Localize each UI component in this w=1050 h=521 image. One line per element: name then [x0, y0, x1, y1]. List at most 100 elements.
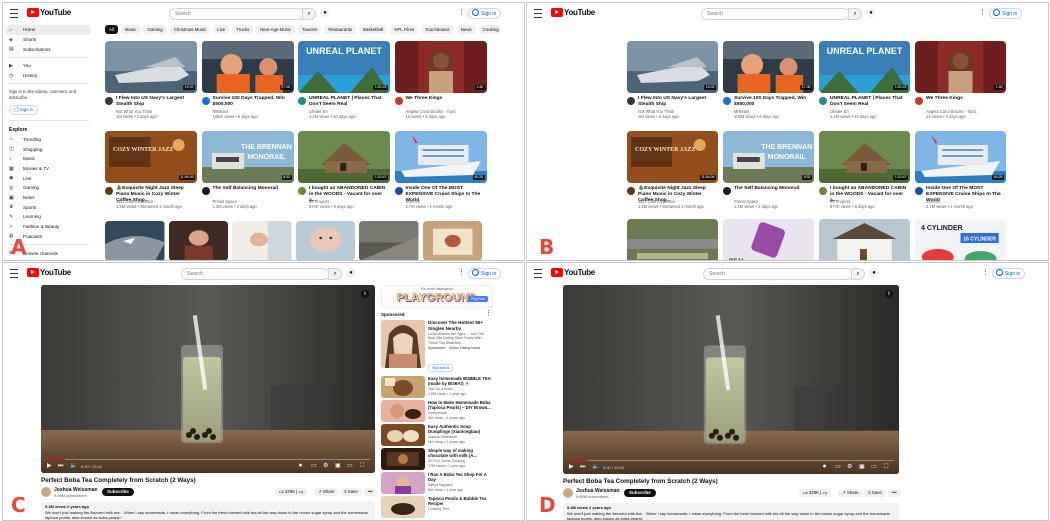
info-icon[interactable]: i [885, 290, 893, 298]
menu-icon[interactable] [10, 269, 18, 278]
ad-card[interactable]: Discover The Hottest 50+ Singles Nearby … [381, 320, 493, 374]
related-video[interactable]: Easy homemade BUBBLE TEA (made by BOBA!)… [381, 376, 491, 398]
sidebar-item-learning[interactable]: ✎ Learning [3, 212, 95, 222]
thumb-down-icon[interactable]: 👎︎ [823, 490, 827, 495]
next-icon[interactable]: ⏭ [58, 463, 63, 470]
captions-icon[interactable]: ▭ [311, 463, 317, 470]
channel-avatar[interactable] [298, 187, 306, 195]
settings-gear-icon[interactable]: ⚙ [847, 464, 852, 471]
related-thumbnail[interactable] [381, 400, 425, 422]
related-video[interactable]: Simple way of making chocolate with milk… [381, 448, 491, 470]
chip-filter[interactable]: New-Age Music [256, 25, 296, 34]
chip-filter[interactable]: Live [213, 25, 230, 34]
video-card[interactable]: UNREAL PLANET 1:00:29 UNREAL PLANET | Pl… [819, 41, 910, 127]
video-card[interactable]: 19:02 I Flew Into US Navy's Largest Stea… [627, 41, 718, 127]
save-button[interactable]: ≡ Save [340, 488, 362, 496]
search-icon[interactable]: ⌕ [848, 8, 862, 20]
menu-icon[interactable] [534, 9, 542, 18]
channel-avatar[interactable] [627, 187, 635, 195]
more-button[interactable]: ••• [364, 488, 377, 496]
video-thumbnail[interactable] [422, 221, 483, 261]
sidebar-item-you[interactable]: ▶ You [3, 61, 95, 71]
video-card[interactable]: UNREAL PLANET 1:00:29 UNREAL PLANET | Pl… [298, 41, 390, 127]
related-title[interactable]: Simple way of making chocolate with milk… [428, 448, 491, 459]
miniplayer-icon[interactable]: ▣ [859, 464, 865, 471]
video-thumbnail[interactable] [105, 221, 165, 261]
volume-icon[interactable]: 🔈 [70, 463, 77, 470]
sidebar-item-shorts[interactable]: ◈ Shorts [3, 35, 95, 45]
related-channel[interactable]: Joshua Weissman [428, 435, 457, 439]
settings-icon[interactable]: ⋮ [458, 8, 465, 16]
chip-filter[interactable]: Basketball [359, 25, 388, 34]
related-channel[interactable]: Safiya Nygaard [428, 483, 453, 487]
sidebar-item-live[interactable]: ◉ Live [3, 173, 95, 183]
sidebar-item-news[interactable]: ▣ News [3, 193, 95, 203]
channel-avatar[interactable] [723, 97, 731, 105]
sidebar-item-home[interactable]: ⌂ Home [6, 25, 91, 35]
video-thumbnail[interactable] [627, 219, 718, 261]
youtube-logo[interactable]: YouTube [551, 268, 595, 277]
video-thumbnail[interactable]: THE BRENNAN MONORAIL [723, 131, 814, 183]
video-card[interactable]: COZY WINTER JAZZ 11:54:09 🎄Exquisite Nig… [105, 131, 197, 217]
sidebar-item-music[interactable]: ♪ Music [3, 154, 95, 164]
video-thumbnail[interactable] [232, 221, 292, 261]
video-card[interactable]: COZY WINTER JAZZ 11:54:09 🎄Exquisite Nig… [627, 131, 718, 217]
related-video[interactable]: Tapioca Pearls & Bubble Tea Recipe! Cook… [381, 496, 491, 518]
related-video[interactable]: Easy Authentic Soup Dumplings (Xiaolongb… [381, 424, 491, 446]
chip-filter[interactable]: Touchdowns [421, 25, 454, 34]
video-card[interactable]: 19:02 I Flew Into US Navy's Largest Stea… [105, 41, 197, 127]
video-card[interactable]: 1:48 We Three Kings Angela Carol Brooks … [394, 41, 487, 127]
chip-filter[interactable]: Music [120, 25, 141, 34]
sign-in-button[interactable]: Sign in [468, 268, 502, 279]
video-title[interactable]: The Self Balancing Monorail [734, 186, 812, 192]
channel-avatar[interactable] [394, 97, 403, 105]
video-thumbnail[interactable] [168, 221, 229, 261]
subscribe-button[interactable]: Subscribe [102, 488, 134, 496]
video-title[interactable]: Survive 100 Days Trapped, Win $500,000 [734, 96, 812, 108]
channel-avatar[interactable] [723, 187, 731, 195]
settings-icon[interactable]: ⋮ [458, 268, 465, 276]
thumb-down-icon[interactable]: 👎︎ [299, 489, 303, 494]
channel-avatar[interactable] [105, 187, 113, 195]
like-button[interactable]: 👍︎ 229K | 👎︎ [799, 489, 832, 497]
microphone-icon[interactable]: ● [866, 8, 876, 18]
channel-avatar[interactable] [298, 97, 306, 105]
channel-avatar[interactable] [915, 97, 923, 105]
video-thumbnail[interactable]: 4 CYLINDER16 CYLINDER [915, 219, 1006, 261]
channel-avatar[interactable] [563, 488, 573, 498]
related-title[interactable]: How to Make Homemade Boba (Tapioca Pearl… [428, 400, 491, 411]
channel-avatar[interactable] [41, 487, 51, 497]
video-thumbnail[interactable] [915, 41, 1006, 93]
sign-in-button[interactable]: Sign in [992, 268, 1026, 279]
search-icon[interactable]: ⌕ [302, 8, 316, 20]
related-title[interactable]: Easy homemade BUBBLE TEA (made by BOBA!)… [428, 376, 491, 387]
channel-avatar[interactable] [819, 187, 827, 195]
related-title[interactable]: Easy Authentic Soup Dumplings (Xiaolongb… [428, 424, 491, 435]
video-title[interactable]: UNREAL PLANET | Places That Don't Seem R… [309, 96, 388, 108]
video-card[interactable]: THE BRENNAN MONORAIL 8:32 The Self Balanc… [201, 131, 294, 217]
video-title[interactable]: We Three Kings [926, 96, 1004, 102]
channel-avatar[interactable] [394, 187, 403, 195]
channel-avatar[interactable] [105, 97, 113, 105]
video-title[interactable]: I Flew Into US Navy's Largest Stealth Sh… [638, 96, 716, 108]
play-now-button[interactable]: Play Now [468, 296, 488, 302]
autoplay-toggle[interactable]: ⏺ [299, 463, 302, 470]
channel-avatar[interactable] [201, 187, 210, 195]
related-thumbnail[interactable] [381, 472, 425, 494]
microphone-icon[interactable]: ● [869, 268, 879, 278]
related-video[interactable]: I Ran A Boba Tea Shop For A Day Safiya N… [381, 472, 491, 494]
subscribe-button[interactable]: Subscribe [624, 489, 656, 497]
microphone-icon[interactable]: ● [346, 268, 356, 278]
fullscreen-icon[interactable]: ⛶ [884, 464, 888, 471]
description-box[interactable]: 5.2M views 2 years ago We won't just mak… [41, 502, 375, 520]
related-title[interactable]: I Ran A Boba Tea Shop For A Day [428, 472, 491, 483]
video-card[interactable]: 40:25 Inside One Of The MOST EXPENSIVE C… [394, 131, 487, 217]
related-video[interactable]: How to Make Homemade Boba (Tapioca Pearl… [381, 400, 491, 422]
info-icon[interactable]: i [361, 290, 369, 298]
sidebar-item-gaming[interactable]: ◎ Gaming [3, 183, 95, 193]
sidebar-item-subscriptions[interactable]: ▤ Subscriptions [3, 44, 95, 54]
related-thumbnail[interactable] [381, 376, 425, 398]
chip-filter[interactable]: Cooking shows [478, 25, 500, 34]
related-thumbnail[interactable] [381, 448, 425, 470]
next-icon[interactable]: ⏭ [580, 464, 585, 471]
